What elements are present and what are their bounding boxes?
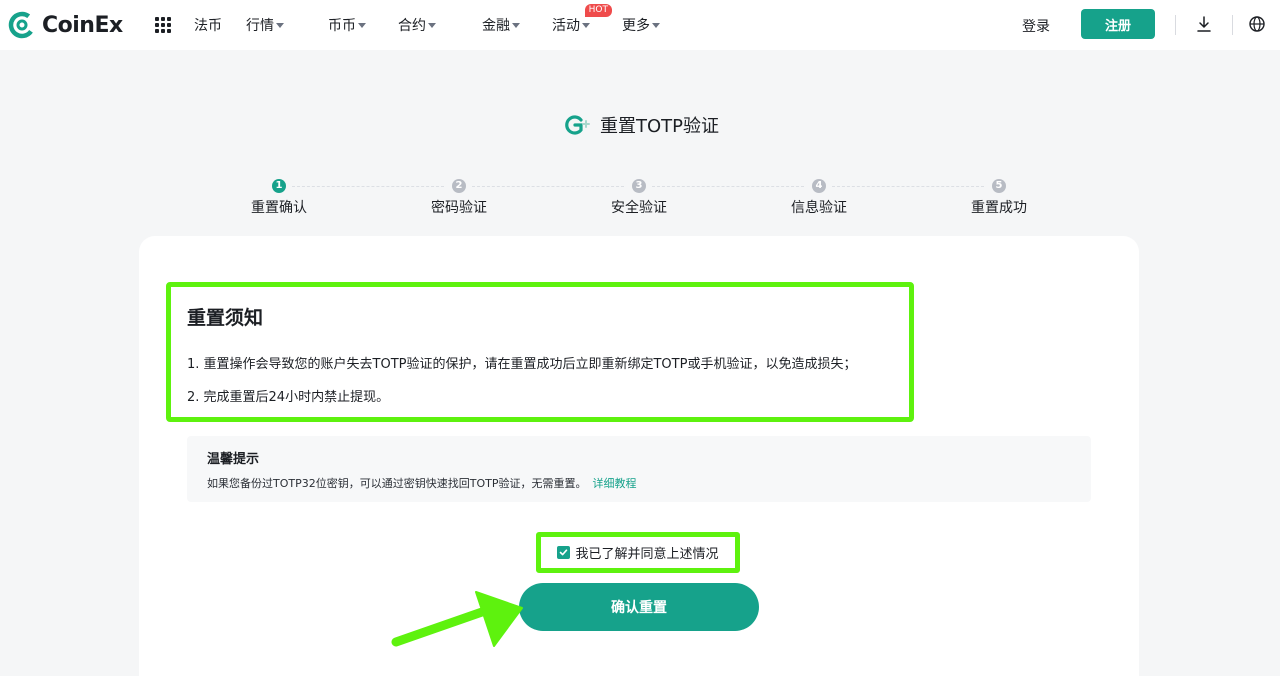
- step-number: 5: [992, 179, 1006, 193]
- google-authenticator-icon: [565, 115, 590, 135]
- nav-item-finance[interactable]: 金融: [482, 0, 520, 50]
- tip-text: 如果您备份过TOTP32位密钥，可以通过密钥快速找回TOTP验证，无需重置。 详细…: [207, 475, 636, 491]
- confirm-reset-button[interactable]: 确认重置: [519, 583, 759, 631]
- notice-title: 重置须知: [187, 307, 264, 329]
- nav-item-futures[interactable]: 合约: [398, 0, 436, 50]
- nav-item-more[interactable]: 更多: [622, 0, 660, 50]
- step-1: 1 重置确认: [219, 179, 339, 217]
- notice-line-2: 2. 完成重置后24小时内禁止提现。: [187, 390, 390, 405]
- nav-label: 币币: [328, 18, 356, 34]
- step-label: 信息验证: [791, 200, 847, 216]
- login-link[interactable]: 登录: [1022, 16, 1050, 36]
- nav-label: 行情: [246, 18, 274, 34]
- step-number: 1: [272, 179, 286, 193]
- page-title-wrap: 重置TOTP验证: [562, 112, 719, 138]
- step-label: 密码验证: [431, 200, 487, 216]
- agree-label: 我已了解并同意上述情况: [575, 547, 719, 562]
- signup-button[interactable]: 注册: [1081, 9, 1155, 39]
- step-number: 4: [812, 179, 826, 193]
- nav-item-activities[interactable]: 活动 HOT: [552, 0, 612, 50]
- chevron-down-icon: [512, 22, 520, 28]
- tip-text-body: 如果您备份过TOTP32位密钥，可以通过密钥快速找回TOTP验证，无需重置。: [207, 477, 587, 490]
- notice-line-1: 1. 重置操作会导致您的账户失去TOTP验证的保护，请在重置成功后立即重新绑定T…: [187, 357, 857, 372]
- apps-grid-icon[interactable]: [155, 17, 171, 33]
- header-divider: [1232, 15, 1233, 35]
- tip-title: 温馨提示: [207, 452, 260, 467]
- nav-label: 合约: [398, 18, 426, 34]
- globe-icon[interactable]: [1248, 15, 1266, 33]
- agree-checkbox[interactable]: [557, 546, 571, 559]
- step-label: 重置成功: [971, 200, 1027, 216]
- chevron-down-icon: [428, 22, 436, 28]
- nav-label: 法币: [194, 18, 222, 34]
- tip-box: 温馨提示 如果您备份过TOTP32位密钥，可以通过密钥快速找回TOTP验证，无需…: [187, 436, 1091, 502]
- nav-label: 更多: [622, 18, 650, 34]
- main-nav: 法币 行情 币币 合约 金融 活动 HOT 更多: [194, 0, 660, 50]
- page-title: 重置TOTP验证: [600, 116, 720, 137]
- tutorial-link[interactable]: 详细教程: [592, 477, 636, 490]
- step-3: 3 安全验证: [579, 179, 699, 217]
- coinex-logo[interactable]: CoinEx: [8, 10, 123, 40]
- green-arrow-annotation: [391, 591, 523, 647]
- step-4: 4 信息验证: [759, 179, 879, 217]
- step-5: 5 重置成功: [939, 179, 1059, 217]
- step-label: 重置确认: [251, 200, 307, 216]
- agree-checkbox-row[interactable]: 我已了解并同意上述情况: [536, 532, 740, 573]
- reset-notice-box: 重置须知 1. 重置操作会导致您的账户失去TOTP验证的保护，请在重置成功后立即…: [166, 282, 914, 422]
- chevron-down-icon: [358, 22, 366, 28]
- coinex-logo-icon: [8, 11, 36, 39]
- nav-item-spot[interactable]: 币币: [328, 0, 366, 50]
- step-2: 2 密码验证: [399, 179, 519, 217]
- step-number: 3: [632, 179, 646, 193]
- nav-item-markets[interactable]: 行情: [246, 0, 284, 50]
- step-number: 2: [452, 179, 466, 193]
- brand-name: CoinEx: [42, 12, 123, 38]
- step-label: 安全验证: [611, 200, 667, 216]
- nav-item-fiat[interactable]: 法币: [194, 0, 222, 50]
- check-icon: [560, 549, 568, 556]
- download-icon[interactable]: [1195, 15, 1213, 33]
- chevron-down-icon: [276, 22, 284, 28]
- nav-label: 活动: [552, 18, 580, 34]
- hot-badge: HOT: [584, 4, 612, 17]
- chevron-down-icon: [652, 22, 660, 28]
- chevron-down-icon: [582, 22, 590, 28]
- top-header: CoinEx 法币 行情 币币 合约 金融 活动 HOT 更多 登录 注册: [0, 0, 1280, 50]
- header-divider: [1175, 15, 1176, 35]
- nav-label: 金融: [482, 18, 510, 34]
